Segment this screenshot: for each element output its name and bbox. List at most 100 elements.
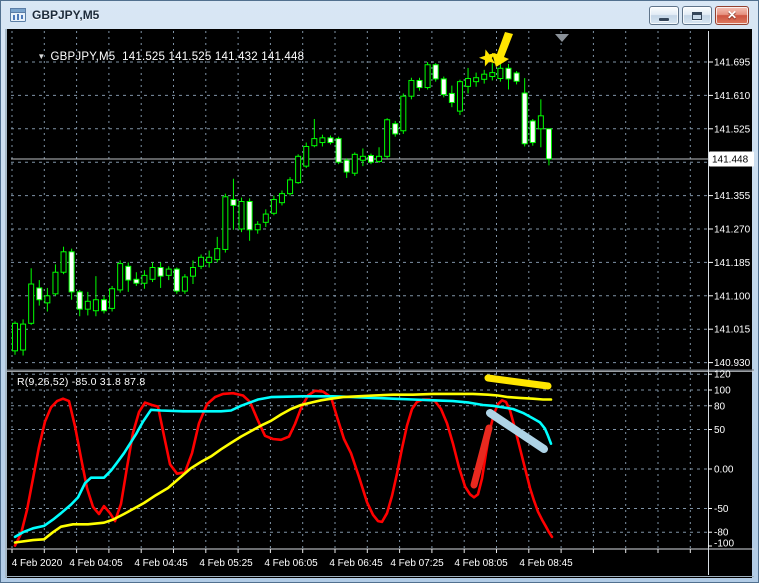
candle-body: [133, 278, 140, 284]
candle-body: [424, 64, 431, 89]
candle-body: [157, 267, 164, 277]
candle-body: [84, 300, 91, 310]
candle-body: [343, 159, 350, 173]
svg-text:4 Feb 06:45: 4 Feb 06:45: [329, 558, 383, 569]
maximize-icon: [692, 11, 702, 20]
symbol-dropdown-icon[interactable]: ▼: [37, 52, 45, 61]
window-title: GBPJPY,M5: [32, 8, 100, 22]
candle-body: [367, 155, 374, 163]
candle-body: [319, 137, 326, 144]
svg-text:4 Feb 04:45: 4 Feb 04:45: [134, 558, 188, 569]
candle-body: [481, 73, 488, 80]
minimize-button[interactable]: [649, 6, 679, 25]
candle-body: [52, 271, 59, 295]
candle-body: [432, 64, 439, 80]
candle-body: [311, 138, 318, 147]
chart-canvas[interactable]: 141.695 141.610 141.525 141.355 141.270 141.1…: [7, 29, 754, 578]
candle-body: [408, 79, 415, 97]
candle-body: [222, 196, 229, 250]
svg-text:141.525: 141.525: [714, 124, 751, 135]
svg-text:-80: -80: [714, 528, 729, 539]
candle-body: [384, 119, 391, 157]
candle-body: [44, 295, 51, 304]
candle-body: [270, 199, 277, 214]
candle-body: [254, 223, 261, 231]
candle-body: [335, 138, 342, 163]
candle-body: [376, 155, 383, 162]
candle-body: [473, 77, 480, 83]
svg-text:141.448: 141.448: [712, 155, 749, 166]
svg-text:141.355: 141.355: [714, 191, 751, 202]
svg-text:4 Feb 04:05: 4 Feb 04:05: [69, 558, 123, 569]
titlebar[interactable]: GBPJPY,M5 ✕: [1, 1, 758, 29]
ohlc-text: GBPJPY,M5 141.525 141.525 141.432 141.44…: [50, 51, 305, 63]
candle-body: [165, 268, 172, 276]
close-icon: ✕: [726, 8, 738, 22]
chart-client-area: 141.695 141.610 141.525 141.355 141.270 141.1…: [5, 29, 754, 578]
maximize-button[interactable]: [682, 6, 712, 25]
candle-body: [206, 256, 213, 263]
candle-body: [359, 155, 366, 161]
candle-body: [92, 299, 99, 312]
close-button[interactable]: ✕: [715, 6, 749, 25]
candle-body: [28, 283, 35, 324]
candle-body: [537, 115, 544, 130]
svg-text:141.695: 141.695: [714, 58, 751, 69]
svg-text:4 Feb 05:25: 4 Feb 05:25: [199, 558, 253, 569]
candle-body: [505, 67, 512, 80]
candle-body: [214, 248, 221, 261]
candle-body: [238, 200, 245, 230]
candle-body: [149, 267, 156, 280]
window-controls: ✕: [649, 6, 749, 25]
candle-body: [76, 291, 83, 310]
svg-text:141.185: 141.185: [714, 258, 751, 269]
svg-text:4 Feb 2020: 4 Feb 2020: [12, 558, 63, 569]
candle-body: [497, 67, 504, 80]
svg-text:4 Feb 06:05: 4 Feb 06:05: [264, 558, 318, 569]
mt4-chart-window: GBPJPY,M5 ✕ 141.695 141.610 141.525 141.355…: [0, 0, 759, 583]
candle-body: [68, 251, 75, 293]
candle-body: [416, 79, 423, 89]
candle-body: [513, 72, 520, 82]
candle-body: [246, 200, 253, 231]
svg-text:141.270: 141.270: [714, 225, 751, 236]
candle-body: [303, 145, 310, 167]
star-annotation: [479, 49, 496, 67]
candle-body: [295, 155, 302, 184]
candle-body: [440, 78, 447, 96]
candle-body: [456, 81, 463, 112]
svg-text:140.930: 140.930: [714, 358, 751, 369]
candle-body: [489, 72, 496, 78]
svg-text:-50: -50: [714, 504, 729, 515]
candle-body: [125, 265, 132, 281]
svg-text:4 Feb 08:45: 4 Feb 08:45: [519, 558, 573, 569]
svg-text:4 Feb 08:05: 4 Feb 08:05: [454, 558, 508, 569]
svg-text:100: 100: [714, 386, 731, 397]
candle-body: [20, 323, 27, 351]
candle-body: [262, 213, 269, 223]
candle-body: [287, 179, 294, 195]
candle-body: [529, 120, 536, 144]
candle-body: [400, 95, 407, 132]
svg-text:141.015: 141.015: [714, 325, 751, 336]
candle-body: [392, 123, 399, 135]
svg-text:120: 120: [714, 370, 731, 381]
candle-body: [36, 287, 43, 301]
candle-body: [109, 288, 116, 309]
candle-body: [12, 322, 18, 352]
candle-body: [278, 193, 285, 204]
chart-ohlc-header: ▼ GBPJPY,M5 141.525 141.525 141.432 141.4…: [17, 36, 304, 78]
candle-body: [198, 256, 205, 267]
candle-body: [60, 251, 67, 273]
candle-body: [181, 276, 188, 292]
indicator-line-slow: [13, 392, 553, 544]
chart-window-icon: [10, 7, 26, 23]
candle-body: [141, 274, 148, 284]
candle-body: [448, 92, 455, 103]
candle-body: [545, 128, 552, 160]
candle-body: [465, 78, 472, 87]
candle-body: [327, 137, 334, 144]
candle-body: [173, 268, 180, 292]
stroke-annotation-highlight-blue: [486, 409, 548, 453]
svg-text:80: 80: [714, 401, 726, 412]
